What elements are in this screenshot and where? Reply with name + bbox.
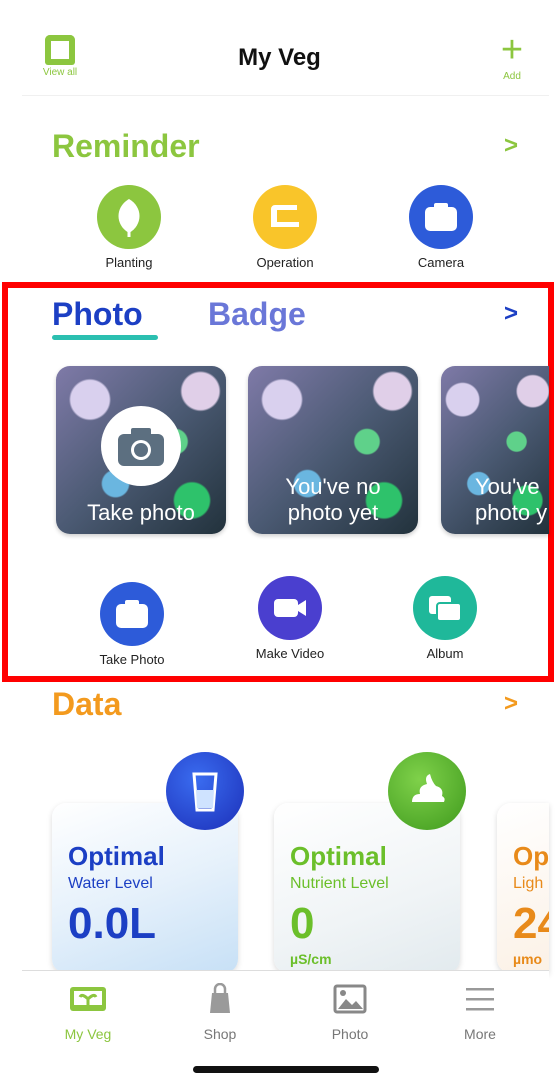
image-icon (310, 983, 390, 1020)
light-label: Ligh (513, 875, 544, 892)
water-label: Water Level (68, 875, 153, 892)
light-status: Op (513, 841, 549, 871)
camera-icon (100, 582, 164, 646)
make-video-button[interactable]: Make Video (242, 576, 338, 661)
add-label: Add (503, 71, 521, 82)
nav-more[interactable]: More (440, 983, 520, 1042)
album-label: Album (426, 646, 464, 661)
page-title: My Veg (238, 44, 321, 71)
nutrient-value: 0 (290, 899, 315, 948)
plus-icon: + (500, 29, 524, 71)
photo-card-line1: You've (475, 474, 540, 499)
tray-icon (253, 185, 317, 249)
take-photo-label: Take Photo (99, 652, 165, 667)
planting-label: Planting (105, 255, 153, 270)
photo-card[interactable]: You've photo y (441, 366, 549, 534)
photo-card-line2: photo yet (287, 500, 379, 525)
reminder-planting-button[interactable]: Planting (88, 185, 170, 270)
reminder-chevron-right-icon[interactable]: > (504, 132, 518, 160)
bottom-nav-bar: My Veg Shop Photo More (22, 970, 549, 1074)
take-photo-button[interactable]: Take Photo (84, 582, 180, 667)
seedling-tray-icon (48, 983, 128, 1020)
nutrient-label: Nutrient Level (290, 875, 389, 892)
light-level-card[interactable]: Op Ligh 24 µmo (497, 803, 549, 973)
add-button[interactable]: + Add (494, 29, 530, 82)
menu-icon (440, 983, 520, 1020)
take-photo-text: Take photo (87, 500, 195, 525)
reminder-camera-button[interactable]: Camera (400, 185, 482, 270)
album-button[interactable]: Album (397, 576, 493, 661)
nav-photo[interactable]: Photo (310, 983, 390, 1042)
camera-icon (409, 185, 473, 249)
water-glass-icon (166, 752, 244, 830)
album-icon (413, 576, 477, 640)
nav-more-label: More (464, 1026, 496, 1042)
reminder-operation-button[interactable]: Operation (244, 185, 326, 270)
reminder-title: Reminder (52, 128, 200, 164)
leaf-icon (97, 185, 161, 249)
take-photo-card[interactable]: Take photo (56, 366, 226, 534)
nav-my-veg-label: My Veg (64, 1026, 112, 1042)
video-icon (258, 576, 322, 640)
tab-badge[interactable]: Badge (208, 296, 306, 333)
water-status: Optimal (68, 841, 165, 871)
nutrient-status: Optimal (290, 841, 387, 871)
light-value: 24 (513, 899, 549, 948)
home-indicator (193, 1066, 379, 1073)
nav-shop-label: Shop (203, 1026, 237, 1042)
data-chevron-right-icon[interactable]: > (504, 690, 518, 718)
light-unit: µmo (513, 951, 543, 967)
shopping-bag-icon (180, 982, 260, 1020)
fertilizer-icon (388, 752, 466, 830)
operation-label: Operation (256, 255, 314, 270)
camera-label: Camera (417, 255, 465, 270)
data-title: Data (52, 686, 122, 722)
photo-card[interactable]: You've no photo yet (248, 366, 418, 534)
nav-photo-label: Photo (331, 1026, 369, 1042)
photo-card-line1: You've no (285, 474, 381, 499)
water-value: 0.0L (68, 899, 157, 948)
camera-icon (101, 406, 181, 486)
photo-card-line2: photo y (475, 500, 548, 525)
nutrient-unit: µS/cm (290, 951, 332, 967)
make-video-label: Make Video (255, 646, 325, 661)
active-tab-underline (52, 335, 158, 340)
tab-photo[interactable]: Photo (52, 296, 143, 333)
photo-chevron-right-icon[interactable]: > (504, 300, 518, 328)
nav-my-veg[interactable]: My Veg (48, 983, 128, 1042)
nav-shop[interactable]: Shop (180, 982, 260, 1042)
